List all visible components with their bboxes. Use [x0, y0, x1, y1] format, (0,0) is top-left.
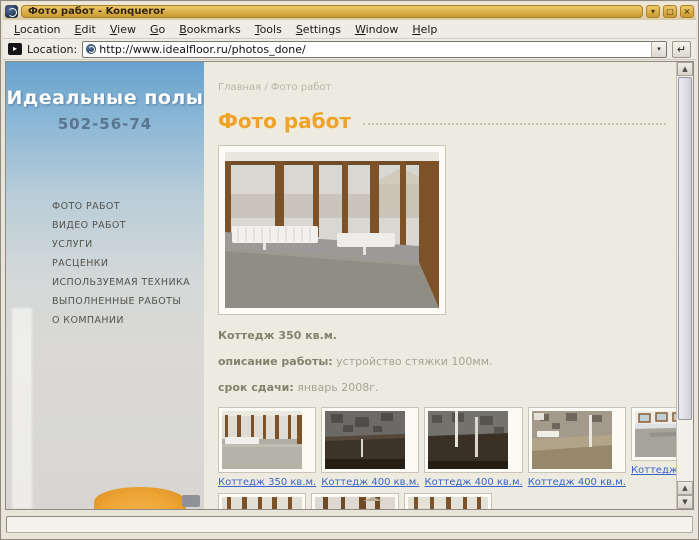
titlebar[interactable]: Фото работ - Konqueror ▾ □ ×: [3, 3, 696, 20]
vertical-scrollbar[interactable]: ▲ ▲ ▼: [676, 62, 693, 509]
status-message-field: [6, 515, 693, 533]
project-description: описание работы: устройство стяжки 100мм…: [218, 355, 493, 368]
location-label: Location:: [27, 42, 78, 56]
thumbnail-3-image: [428, 411, 509, 469]
close-button[interactable]: ×: [680, 5, 694, 18]
sidebar-item-photo-works[interactable]: ФОТО РАБОТ: [52, 199, 204, 214]
menu-go[interactable]: Go: [143, 21, 172, 38]
thumbnail-2-caption[interactable]: Коттедж 400 кв.м.: [321, 477, 419, 488]
clear-location-icon[interactable]: ▸: [8, 43, 22, 55]
thumbnail-5[interactable]: Коттедж 400 кв.м.: [630, 407, 676, 476]
thumbnail-3-caption[interactable]: Коттедж 400 кв.м.: [424, 477, 522, 488]
partial-thumbnail-1[interactable]: [218, 493, 306, 509]
sidebar-item-video-works[interactable]: ВИДЕО РАБОТ: [52, 218, 204, 233]
sidebar-nav: ФОТО РАБОТ ВИДЕО РАБОТ УСЛУГИ РАСЦЕНКИ И…: [6, 199, 204, 328]
minimize-button[interactable]: ▾: [646, 5, 660, 18]
thumbnail-5-image: [634, 411, 676, 457]
scroll-up-button[interactable]: ▲: [677, 62, 693, 76]
sidebar-item-services[interactable]: УСЛУГИ: [52, 237, 204, 252]
thumbnail-4[interactable]: Коттедж 400 кв.м.: [527, 407, 626, 488]
thumbnail-3[interactable]: Коттедж 400 кв.м.: [424, 407, 523, 488]
scroll-down-button[interactable]: ▼: [677, 495, 693, 509]
statusbar: [4, 512, 695, 536]
site-brand: Идеальные полы: [6, 87, 204, 109]
menu-location[interactable]: Location: [7, 21, 68, 38]
sidebar: Идеальные полы 502-56-74 ФОТО РАБОТ ВИДЕ…: [6, 62, 204, 509]
scrollbar-thumb[interactable]: [678, 77, 692, 420]
screed-machine-photo: [94, 487, 200, 509]
thumbnail-1-caption[interactable]: Коттедж 350 кв.м.: [218, 477, 316, 488]
menu-help[interactable]: Help: [405, 21, 444, 38]
main-content: Главная / Фото работ Фото работ Коттедж …: [204, 62, 676, 509]
scrollbar-track[interactable]: [677, 421, 693, 481]
location-dropdown-icon[interactable]: ▾: [651, 41, 666, 57]
main-photo: [225, 152, 439, 308]
menubar: Location Edit View Go Bookmarks Tools Se…: [3, 20, 696, 39]
maximize-button[interactable]: □: [663, 5, 677, 18]
thumbnail-5-caption[interactable]: Коттедж 400 кв.м.: [631, 465, 676, 476]
project-name: Коттедж 350 кв.м.: [218, 329, 337, 342]
project-deadline: срок сдачи: январь 2008г.: [218, 381, 379, 394]
project-info: Коттедж 350 кв.м. описание работы: устро…: [218, 329, 676, 394]
thumbnail-1-image: [222, 411, 302, 469]
thumbnail-row-partial: [218, 493, 676, 509]
menu-window[interactable]: Window: [348, 21, 405, 38]
thumbnail-2-image: [325, 411, 406, 469]
thumbnail-4-image: [531, 411, 612, 469]
page-title: Фото работ: [218, 109, 351, 133]
thumbnail-row: Коттедж 350 кв.м. Коттедж 400 кв.м. Котт…: [218, 407, 676, 488]
menu-settings[interactable]: Settings: [289, 21, 348, 38]
sidebar-item-about-company[interactable]: О КОМПАНИИ: [52, 313, 204, 328]
menu-tools[interactable]: Tools: [248, 21, 289, 38]
sidebar-item-equipment[interactable]: ИСПОЛЬЗУЕМАЯ ТЕХНИКА: [52, 275, 204, 290]
location-toolbar: ▸ Location: ▾ ↵: [3, 39, 696, 60]
menu-bookmarks[interactable]: Bookmarks: [172, 21, 247, 38]
sidebar-item-completed-works[interactable]: ВЫПОЛНЕННЫЕ РАБОТЫ: [52, 294, 204, 309]
sidebar-item-prices[interactable]: РАСЦЕНКИ: [52, 256, 204, 271]
go-button[interactable]: ↵: [672, 40, 691, 58]
browser-window: Фото работ - Konqueror ▾ □ × Location Ed…: [0, 0, 699, 540]
browser-viewport: Идеальные полы 502-56-74 ФОТО РАБОТ ВИДЕ…: [5, 61, 694, 510]
phone-number: 502-56-74: [57, 115, 153, 133]
konqueror-app-icon: [5, 5, 18, 18]
thumbnail-1[interactable]: Коттедж 350 кв.м.: [218, 407, 317, 488]
location-combobox[interactable]: ▾: [82, 40, 667, 58]
location-input[interactable]: [99, 41, 651, 57]
thumbnail-4-caption[interactable]: Коттедж 400 кв.м.: [528, 477, 626, 488]
thumbnail-2[interactable]: Коттедж 400 кв.м.: [321, 407, 420, 488]
menu-edit[interactable]: Edit: [68, 21, 103, 38]
main-photo-frame: [218, 145, 446, 315]
window-title: Фото работ - Konqueror: [21, 5, 643, 18]
konqueror-favicon: [86, 44, 97, 54]
partial-thumbnail-2[interactable]: [311, 493, 399, 509]
menu-view[interactable]: View: [103, 21, 143, 38]
title-dotted-rule: [362, 123, 666, 125]
partial-thumbnail-3[interactable]: [404, 493, 492, 509]
scroll-up-button-bottom[interactable]: ▲: [677, 481, 693, 495]
breadcrumb: Главная / Фото работ: [218, 82, 332, 93]
